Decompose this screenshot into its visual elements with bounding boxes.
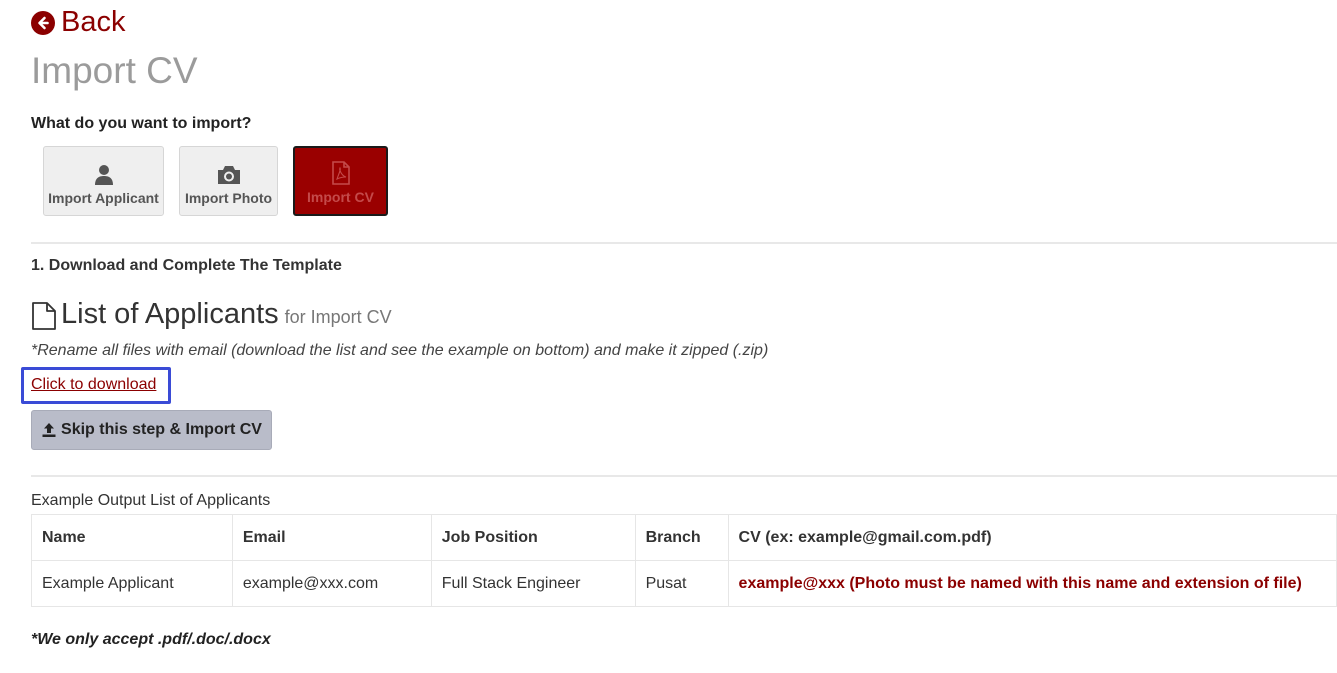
- skip-import-label: Skip this step & Import CV: [61, 421, 262, 438]
- pdf-file-icon: [331, 161, 350, 185]
- user-icon: [94, 165, 113, 185]
- import-cv-button[interactable]: Import CV: [293, 146, 388, 216]
- list-heading: List of Applicants for Import CV: [31, 298, 392, 331]
- column-header-email: Email: [231, 514, 432, 561]
- upload-icon: [42, 423, 56, 437]
- column-header-branch: Branch: [634, 514, 729, 561]
- divider: [31, 242, 1337, 244]
- file-icon: [32, 302, 56, 330]
- import-question: What do you want to import?: [31, 115, 252, 132]
- list-heading-title: List of Applicants: [61, 298, 279, 330]
- back-label: Back: [61, 6, 126, 38]
- column-header-cv: CV (ex: example@gmail.com.pdf): [727, 514, 1337, 561]
- cell-cv: example@xxx (Photo must be named with th…: [727, 560, 1337, 607]
- table-row: Example Applicant example@xxx.com Full S…: [31, 560, 1337, 607]
- import-applicant-label: Import Applicant: [48, 190, 159, 206]
- import-cv-label: Import CV: [307, 189, 374, 205]
- camera-icon: [217, 166, 240, 184]
- cell-branch: Pusat: [634, 560, 729, 607]
- cell-name: Example Applicant: [31, 560, 233, 607]
- example-table: Name Email Job Position Branch CV (ex: e…: [31, 514, 1337, 607]
- import-applicant-button[interactable]: Import Applicant: [43, 146, 164, 216]
- rename-note: *Rename all files with email (download t…: [31, 342, 769, 359]
- example-label: Example Output List of Applicants: [31, 492, 271, 509]
- column-header-name: Name: [31, 514, 233, 561]
- download-link[interactable]: Click to download: [31, 376, 156, 394]
- back-link[interactable]: Back: [31, 6, 125, 39]
- cell-email: example@xxx.com: [231, 560, 432, 607]
- table-header-row: Name Email Job Position Branch CV (ex: e…: [31, 514, 1337, 561]
- import-photo-button[interactable]: Import Photo: [179, 146, 278, 216]
- column-header-job-position: Job Position: [430, 514, 636, 561]
- import-photo-label: Import Photo: [184, 190, 273, 206]
- step-label: 1. Download and Complete The Template: [31, 257, 342, 274]
- accepted-formats-note: *We only accept .pdf/.doc/.docx: [31, 631, 271, 648]
- skip-import-button[interactable]: Skip this step & Import CV: [31, 410, 272, 450]
- arrow-left-circle-icon: [31, 10, 55, 35]
- list-heading-subtitle: for Import CV: [284, 307, 392, 327]
- page-title: Import CV: [31, 50, 198, 91]
- divider: [31, 475, 1337, 477]
- cell-job-position: Full Stack Engineer: [430, 560, 636, 607]
